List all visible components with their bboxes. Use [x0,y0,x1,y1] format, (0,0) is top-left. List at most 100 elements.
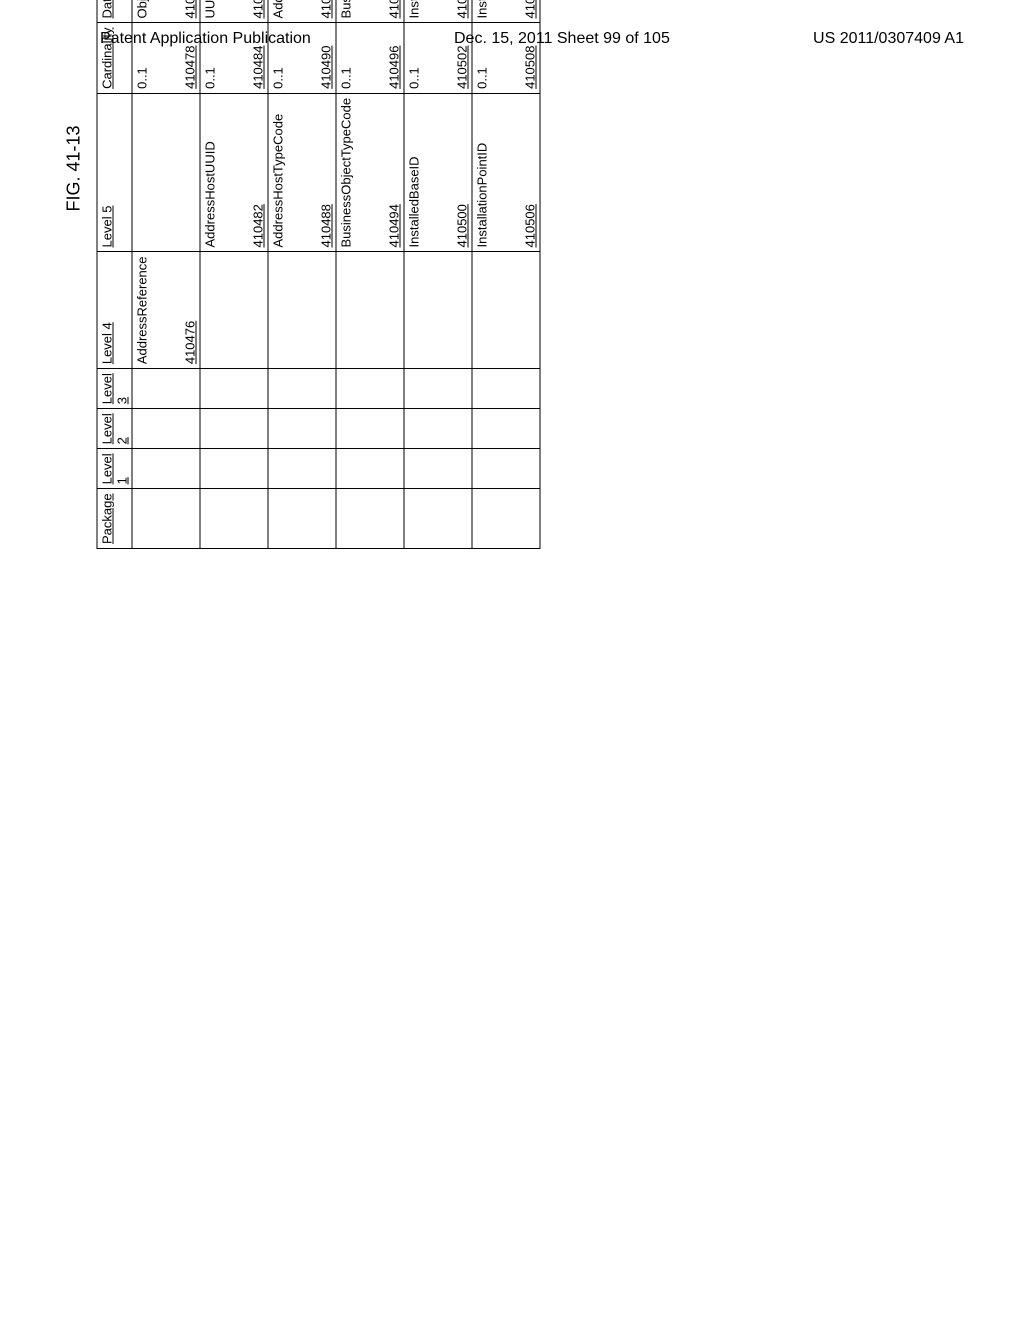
cell-package [336,489,404,549]
cell-package [200,489,268,549]
cell-level1 [200,449,268,489]
cell-cardinality: 0..1 410496 [336,23,404,93]
cell-level5: InstallationPointID 410506 [472,93,540,252]
header-datatype: Data Type Name [97,0,132,23]
cell-cardinality-ref: 410496 [387,46,402,89]
cell-datatype-ref: 410504 [455,0,470,18]
cell-cardinality-ref: 410484 [251,46,266,89]
cell-level5: AddressHostTypeCode 410488 [268,93,336,252]
cell-level4-ref: 410476 [183,321,198,364]
cell-cardinality-text: 0..1 [135,27,150,88]
cell-level1 [268,449,336,489]
cell-cardinality-text: 0..1 [271,27,286,88]
cell-level2 [200,409,268,449]
cell-level2 [132,409,200,449]
cell-level5 [132,93,200,252]
cell-datatype-text: UUID [203,0,218,18]
cell-level5: AddressHostUUID 410482 [200,93,268,252]
cell-level1 [336,449,404,489]
cell-cardinality-ref: 410490 [319,46,334,89]
cell-datatype-ref: 410486 [251,0,266,18]
cell-datatype-ref: 410480 [183,0,198,18]
cell-datatype-ref: 410510 [523,0,538,18]
header-right: US 2011/0307409 A1 [813,30,964,48]
cell-cardinality-ref: 410508 [523,46,538,89]
cell-level1 [472,449,540,489]
cell-cardinality-text: 0..1 [407,27,422,88]
cell-level4 [404,252,472,369]
cell-level4-text: AddressReference [135,256,150,364]
cell-level5-text: InstallationPointID [475,98,490,248]
cell-cardinality: 0..1 410490 [268,23,336,93]
cell-level4 [200,252,268,369]
cell-level5-text: AddressHostTypeCode [271,98,286,248]
cell-datatype-text: InstallationPointID [475,0,490,18]
cell-level4: AddressReference 410476 [132,252,200,369]
header-level1: Level 1 [97,449,132,489]
cell-datatype-text: InstalledBaseID [407,0,422,18]
cell-level5-ref: 410506 [523,204,538,247]
cell-level5: BusinessObjectTypeCode 410494 [336,93,404,252]
cell-level3 [200,369,268,409]
cell-level3 [268,369,336,409]
cell-cardinality: 0..1 410484 [200,23,268,93]
cell-level2 [472,409,540,449]
table-row: InstalledBaseID 410500 0..1 410502 Installed… [404,0,472,548]
cell-level4 [336,252,404,369]
cell-package [132,489,200,549]
header-level3: Level 3 [97,369,132,409]
table-row: BusinessObjectTypeCode 410494 0..1 410496 Bu… [336,0,404,548]
cell-cardinality-ref: 410478 [183,46,198,89]
cell-level4 [472,252,540,369]
cell-level2 [268,409,336,449]
table-row: AddressReference 410476 0..1 410478 ObjectNo… [132,0,200,548]
cell-datatype-ref: 410498 [387,0,402,18]
cell-datatype: InstallationPointID 410510 [472,0,540,23]
cell-datatype: ObjectNodeLocationAddressReference 410480 [132,0,200,23]
cell-cardinality: 0..1 410508 [472,23,540,93]
cell-datatype-text: AddressHostTypeCode [271,0,286,18]
header-level2: Level 2 [97,409,132,449]
cell-package [268,489,336,549]
figure-label: FIG. 41-13 [64,0,85,549]
cell-level5-text: BusinessObjectTypeCode [339,98,354,248]
cell-cardinality-text: 0..1 [339,27,354,88]
header-level4: Level 4 [97,252,132,369]
cell-datatype: AddressHostTypeCode 410492 [268,0,336,23]
cell-package [472,489,540,549]
cell-level4 [268,252,336,369]
cell-level5-ref: 410488 [319,204,334,247]
cell-cardinality: 0..1 410502 [404,23,472,93]
cell-level3 [472,369,540,409]
cell-datatype-text: ObjectNodeLocationAddressReference [135,0,150,18]
cell-datatype-text: BusinessObjectTypeCode [339,0,354,18]
header-package: Package [97,489,132,549]
cell-level5-text: InstalledBaseID [407,98,422,248]
table-row: AddressHostTypeCode 410488 0..1 410490 Addre… [268,0,336,548]
cell-level5: InstalledBaseID 410500 [404,93,472,252]
table-header-row: Package Level 1 Level 2 Level 3 Level 4 … [97,0,132,548]
cell-cardinality-text: 0..1 [475,27,490,88]
cell-datatype-ref: 410492 [319,0,334,18]
table-row: InstallationPointID 410506 0..1 410508 Insta… [472,0,540,548]
cell-level3 [132,369,200,409]
cell-level5-text: AddressHostUUID [203,98,218,248]
cell-level3 [336,369,404,409]
data-table: Package Level 1 Level 2 Level 3 Level 4 … [97,0,541,549]
cell-level5-ref: 410500 [455,204,470,247]
cell-datatype: InstalledBaseID 410504 [404,0,472,23]
cell-cardinality-text: 0..1 [203,27,218,88]
header-cardinality: Cardinality [97,23,132,93]
cell-level2 [336,409,404,449]
figure-container: FIG. 41-13 Package Level 1 Level 2 Level… [484,0,541,549]
cell-datatype: UUID 410486 [200,0,268,23]
cell-level1 [132,449,200,489]
cell-level5-ref: 410494 [387,204,402,247]
header-level5: Level 5 [97,93,132,252]
cell-level5-ref: 410482 [251,204,266,247]
cell-cardinality-ref: 410502 [455,46,470,89]
table-row: AddressHostUUID 410482 0..1 410484 UUID 41048… [200,0,268,548]
cell-datatype: BusinessObjectTypeCode 410498 [336,0,404,23]
cell-package [404,489,472,549]
cell-level3 [404,369,472,409]
